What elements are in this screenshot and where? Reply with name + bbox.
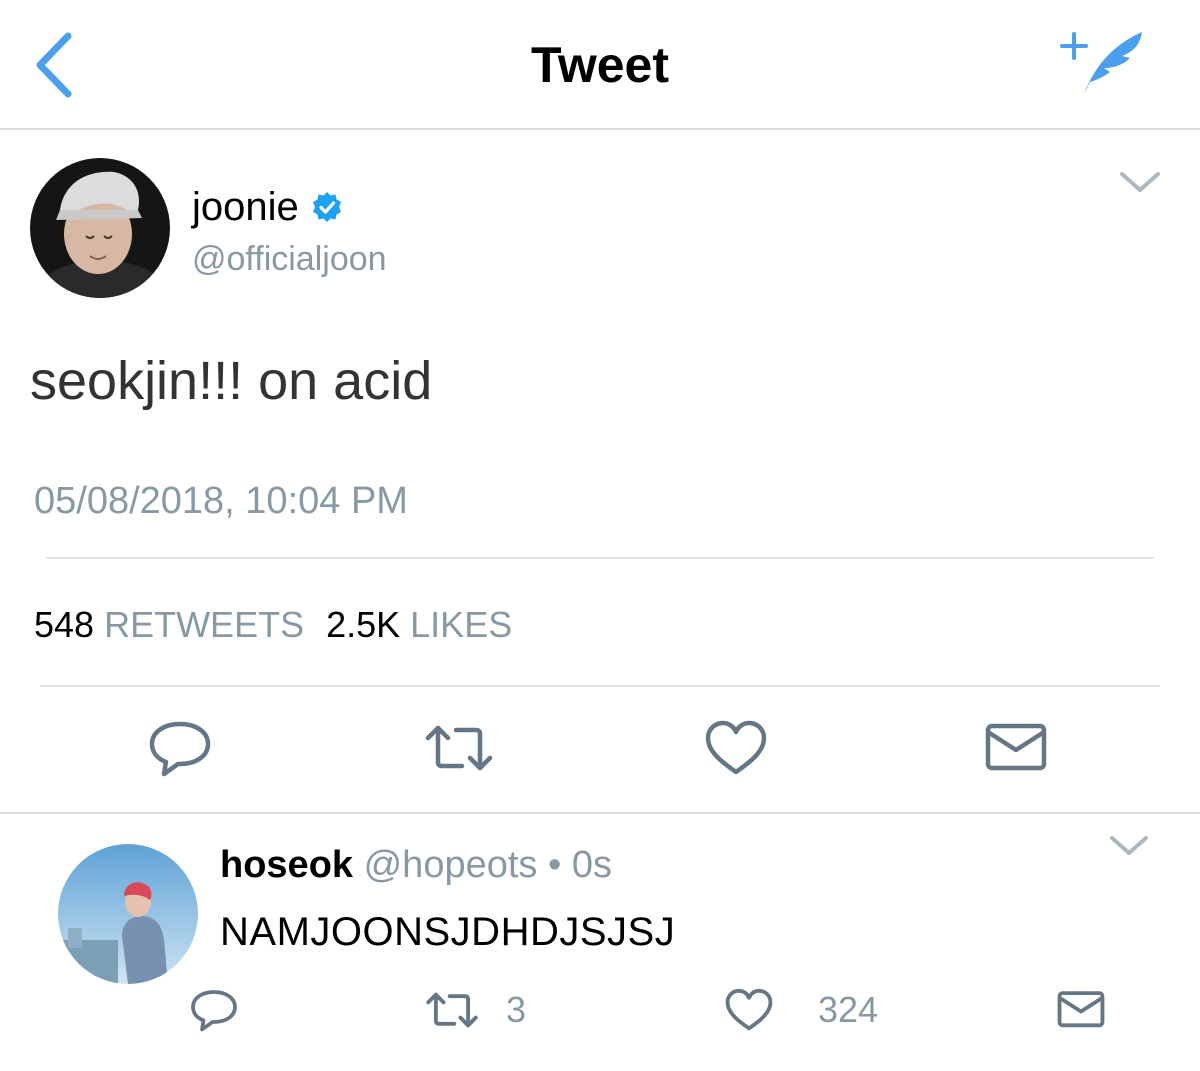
retweet-icon [425, 725, 493, 771]
tweet-action-bar [0, 718, 1200, 788]
retweets-count: 548 [34, 604, 95, 645]
reply-like-count: 324 [818, 989, 879, 1030]
reply-reply-button[interactable] [190, 984, 238, 1036]
divider [46, 557, 1154, 559]
likes-label: LIKES [410, 604, 513, 645]
separator-dot: • [547, 844, 562, 886]
stats-spacer [304, 604, 326, 646]
like-icon [705, 720, 767, 775]
direct-message-icon [985, 723, 1047, 771]
display-name[interactable]: joonie [192, 185, 299, 230]
author-handle[interactable]: @officialjoon [192, 240, 387, 279]
reply-retweet-count: 3 [506, 989, 527, 1030]
retweet-icon [426, 992, 478, 1028]
likes-count: 2.5K [326, 604, 401, 645]
retweets-stat[interactable]: 548 RETWEETS [34, 604, 304, 646]
reply-header: hoseok @hopeots • 0s [220, 844, 612, 887]
reply-like-button[interactable]: 324 [724, 984, 878, 1036]
retweet-button[interactable] [424, 718, 493, 778]
profile-photo-icon [30, 158, 170, 298]
avatar[interactable] [30, 158, 170, 298]
reply-handle[interactable]: @hopeots [364, 844, 538, 886]
reply-icon [191, 990, 237, 1032]
compose-button[interactable] [1058, 28, 1148, 100]
reply-retweet-button[interactable]: 3 [424, 984, 526, 1036]
engagement-stats: 548 RETWEETS 2.5K LIKES [34, 604, 512, 646]
verified-badge-icon [312, 192, 341, 222]
main-tweet: joonie @officialjoon seokjin!!! on acid … [0, 132, 1200, 812]
author-name-row: joonie [192, 182, 343, 232]
direct-message-button[interactable] [984, 718, 1048, 778]
chevron-down-icon [1120, 172, 1160, 192]
reply-button[interactable] [148, 718, 212, 778]
tweet-options-button[interactable] [1118, 168, 1162, 198]
reply-options-button[interactable] [1108, 832, 1150, 860]
chevron-down-icon [1110, 836, 1148, 855]
reply-icon [149, 721, 211, 777]
reply-dm-button[interactable] [1056, 984, 1106, 1036]
reply-action-bar: 3 324 [0, 984, 1200, 1044]
tweet-text: seokjin!!! on acid [30, 351, 433, 411]
tweet-timestamp: 05/08/2018, 10:04 PM [34, 480, 408, 522]
tweet-detail-screen: Tweet joonie @officialjoon seokjin!!! on… [0, 0, 1200, 1071]
nav-bar: Tweet [0, 0, 1200, 130]
page-title: Tweet [531, 37, 669, 93]
profile-photo-icon [58, 844, 198, 984]
direct-message-icon [1057, 991, 1105, 1028]
retweets-label: RETWEETS [104, 604, 305, 645]
avatar[interactable] [58, 844, 198, 984]
like-button[interactable] [704, 718, 768, 778]
reply-text: NAMJOONSJDHDJSJSJ [220, 910, 676, 954]
likes-stat[interactable]: 2.5K LIKES [326, 604, 512, 646]
reply-time: 0s [571, 844, 612, 886]
divider [40, 685, 1160, 687]
reply-tweet[interactable]: hoseok @hopeots • 0s NAMJOONSJDHDJSJSJ 3… [0, 814, 1200, 1071]
reply-display-name[interactable]: hoseok [220, 844, 353, 886]
compose-tweet-icon [1060, 32, 1142, 94]
like-icon [725, 988, 773, 1031]
